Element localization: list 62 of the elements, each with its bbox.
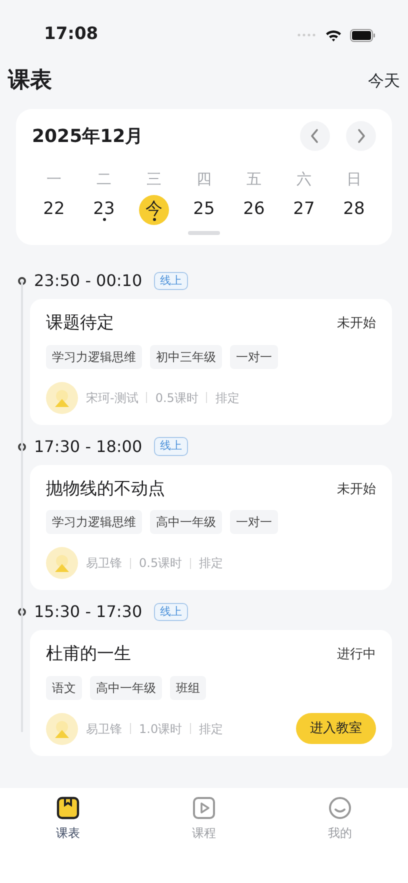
lesson-tag: 学习力逻辑思维 xyxy=(46,510,142,534)
lesson-time: 15:30 - 17:30 xyxy=(34,601,142,623)
weekday-label: 五 xyxy=(246,170,262,188)
mode-tag: 线上 xyxy=(154,602,188,622)
lesson-title: 课题待定 xyxy=(46,312,114,335)
bookmark-icon[interactable] xyxy=(56,796,80,820)
lesson-hours: 0.5课时 xyxy=(155,390,198,406)
wifi-icon xyxy=(325,28,342,42)
avatar-icon xyxy=(46,712,78,744)
lesson-status: 进行中 xyxy=(337,646,376,664)
lesson-hours: 1.0课时 xyxy=(139,720,182,738)
lesson-tag: 初中三年级 xyxy=(150,344,222,368)
weekday-label: 四 xyxy=(196,170,212,188)
schedule-label: 排定 xyxy=(199,555,224,572)
lesson-status: 未开始 xyxy=(337,315,376,333)
avatar-icon xyxy=(46,547,78,579)
lesson-tag: 一对一 xyxy=(230,510,278,534)
today-link[interactable]: 今天 xyxy=(368,68,400,92)
calendar-day[interactable]: 25 xyxy=(189,195,219,225)
smile-icon[interactable] xyxy=(328,796,352,820)
lesson-time: 17:30 - 18:00 xyxy=(34,436,142,458)
lesson-title: 抛物线的不动点 xyxy=(46,478,165,500)
lesson-hours: 0.5课时 xyxy=(139,555,182,572)
calendar-day[interactable]: 27 xyxy=(289,195,319,225)
lesson-title: 杜甫的一生 xyxy=(46,643,131,666)
lesson-tag: 语文 xyxy=(46,676,82,700)
calendar-day[interactable]: 23 xyxy=(89,195,119,225)
enter-classroom-button[interactable]: 进入教室 xyxy=(296,712,376,744)
teacher-name: 易卫锋 xyxy=(86,555,122,572)
lesson-tag: 学习力逻辑思维 xyxy=(46,344,142,368)
calendar-day[interactable]: 28 xyxy=(339,195,369,225)
tab-label[interactable]: 课表 xyxy=(56,824,80,842)
calendar-day[interactable]: 26 xyxy=(239,195,269,225)
month-label: 2025年12月 xyxy=(32,124,144,148)
prev-button[interactable] xyxy=(300,121,330,151)
battery-icon xyxy=(350,28,376,42)
lesson-tag: 班组 xyxy=(170,676,206,700)
weekday-label: 一 xyxy=(46,170,62,188)
weekday-label: 三 xyxy=(146,170,162,188)
schedule-label: 排定 xyxy=(199,720,224,738)
weekday-label: 二 xyxy=(96,170,112,188)
lesson-tag: 一对一 xyxy=(230,344,278,368)
avatar-icon xyxy=(46,382,78,414)
play-icon[interactable] xyxy=(192,796,216,820)
calendar-day[interactable]: 22 xyxy=(39,195,69,225)
weekday-label: 日 xyxy=(346,170,362,188)
mode-tag: 线上 xyxy=(154,437,188,456)
lesson-tag: 高中一年级 xyxy=(150,510,222,534)
schedule-label: 排定 xyxy=(215,390,240,406)
lesson-status: 未开始 xyxy=(337,480,376,498)
drag-handle[interactable] xyxy=(188,231,220,235)
teacher-name: 宋珂-测试 xyxy=(86,390,138,406)
next-button[interactable] xyxy=(346,121,376,151)
teacher-name: 易卫锋 xyxy=(86,720,122,738)
calendar-day[interactable]: 今 xyxy=(139,195,169,225)
lesson-tag: 高中一年级 xyxy=(90,676,162,700)
page-title: 课表 xyxy=(8,67,52,95)
mode-tag: 线上 xyxy=(154,272,188,290)
status-time: 17:08 xyxy=(44,23,98,46)
lesson-time: 23:50 - 00:10 xyxy=(34,270,142,292)
signal-icon xyxy=(297,33,317,37)
weekday-label: 六 xyxy=(296,170,312,188)
